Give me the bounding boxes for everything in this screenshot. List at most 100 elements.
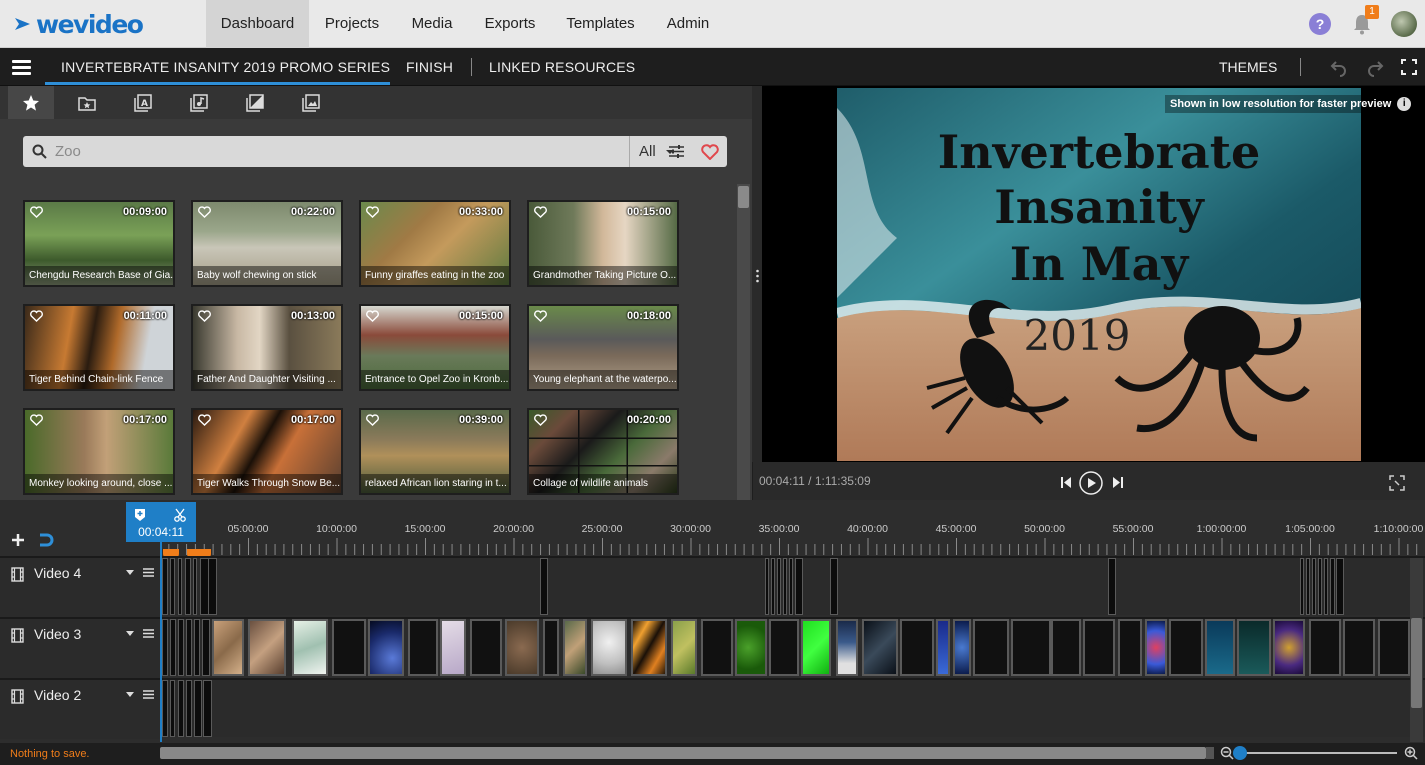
media-thumb[interactable]: 00:33:00 Funny giraffes eating in the zoo xyxy=(359,200,511,287)
timeline-clip[interactable] xyxy=(193,558,197,615)
expand-preview-icon[interactable] xyxy=(1388,474,1406,492)
category-favorites[interactable] xyxy=(8,86,54,119)
panel-resize-handle[interactable] xyxy=(752,86,762,500)
nav-tab-exports[interactable]: Exports xyxy=(469,0,551,48)
favorite-heart-icon[interactable] xyxy=(534,414,547,426)
timeline-clip[interactable] xyxy=(470,619,502,676)
timeline-clip[interactable] xyxy=(836,619,858,676)
timeline-clip[interactable] xyxy=(543,619,559,676)
tab-finish[interactable]: FINISH xyxy=(406,48,453,86)
timeline-clip[interactable] xyxy=(735,619,767,676)
media-thumb[interactable]: 00:18:00 Young elephant at the waterpo... xyxy=(527,304,679,391)
skip-forward-icon[interactable] xyxy=(1112,476,1124,489)
timeline-clip[interactable] xyxy=(953,619,971,676)
timeline-clip[interactable] xyxy=(186,680,192,737)
media-thumb[interactable]: 00:17:00 Tiger Walks Through Snow Be... xyxy=(191,408,343,495)
favorite-heart-icon[interactable] xyxy=(366,310,379,322)
timeline-clip[interactable] xyxy=(862,619,898,676)
tab-linked-resources[interactable]: LINKED RESOURCES xyxy=(489,48,635,86)
chevron-down-icon[interactable] xyxy=(126,570,134,575)
category-images[interactable] xyxy=(288,86,334,119)
timeline-clip[interactable] xyxy=(1273,619,1305,676)
undo-icon[interactable] xyxy=(1329,57,1349,77)
media-thumb[interactable]: 00:15:00 Grandmother Taking Picture O... xyxy=(527,200,679,287)
timeline-clip[interactable] xyxy=(801,619,831,676)
favorite-heart-icon[interactable] xyxy=(534,206,547,218)
timeline-clip[interactable] xyxy=(332,619,366,676)
timeline-clip[interactable] xyxy=(212,619,244,676)
track-name[interactable]: Video 2 xyxy=(34,687,81,703)
timeline-clip[interactable] xyxy=(830,558,838,615)
timeline-clip[interactable] xyxy=(1083,619,1115,676)
timeline-clip[interactable] xyxy=(194,619,200,676)
timeline-clip[interactable] xyxy=(440,619,466,676)
timeline-clip[interactable] xyxy=(1318,558,1322,615)
skip-back-icon[interactable] xyxy=(1060,476,1072,489)
timeline-clip[interactable] xyxy=(973,619,1009,676)
favorite-heart-icon[interactable] xyxy=(198,414,211,426)
favorite-heart-icon[interactable] xyxy=(534,310,547,322)
timeline-clip[interactable] xyxy=(795,558,803,615)
timeline-clip[interactable] xyxy=(1309,619,1341,676)
timeline-clip[interactable] xyxy=(203,680,212,737)
timeline-clip[interactable] xyxy=(162,558,168,615)
category-my-media[interactable] xyxy=(64,86,110,119)
track-name[interactable]: Video 4 xyxy=(34,565,81,581)
nav-tab-admin[interactable]: Admin xyxy=(650,0,726,48)
favorite-heart-icon[interactable] xyxy=(30,206,43,218)
info-icon[interactable]: i xyxy=(1397,97,1412,111)
timeline-clip[interactable] xyxy=(900,619,934,676)
timeline-clip[interactable] xyxy=(408,619,438,676)
favorite-heart-icon[interactable] xyxy=(198,310,211,322)
timeline-clip[interactable] xyxy=(777,558,781,615)
timeline-clip[interactable] xyxy=(769,619,799,676)
timeline-clip[interactable] xyxy=(170,680,175,737)
tab-project-title[interactable]: INVERTEBRATE INSANITY 2019 PROMO SERIES xyxy=(61,48,390,86)
redo-icon[interactable] xyxy=(1365,57,1385,77)
timeline-clip[interactable] xyxy=(771,558,775,615)
nav-tab-media[interactable]: Media xyxy=(395,0,469,48)
timeline-clip[interactable] xyxy=(591,619,627,676)
media-thumb[interactable]: 00:22:00 Baby wolf chewing on stick xyxy=(191,200,343,287)
timeline-clip[interactable] xyxy=(170,558,175,615)
favorite-heart-icon[interactable] xyxy=(30,310,43,322)
themes-button[interactable]: THEMES xyxy=(1219,48,1277,86)
zoom-slider-track[interactable] xyxy=(1240,752,1397,754)
track-name[interactable]: Video 3 xyxy=(34,626,81,642)
chevron-down-icon[interactable] xyxy=(126,692,134,697)
filter-sliders-icon[interactable] xyxy=(668,143,685,160)
zoom-out-icon[interactable] xyxy=(1220,746,1234,760)
track-menu-icon[interactable] xyxy=(143,629,154,638)
favorite-heart-icon[interactable] xyxy=(366,414,379,426)
search-input[interactable] xyxy=(55,136,615,167)
timeline-clip[interactable] xyxy=(1011,619,1051,676)
library-scrollbar[interactable] xyxy=(737,184,750,500)
media-thumb[interactable]: 00:09:00 Chengdu Research Base of Gia... xyxy=(23,200,175,287)
timeline-clip[interactable] xyxy=(162,619,168,676)
timeline-horizontal-scrollbar[interactable] xyxy=(160,747,1206,759)
timeline-clip[interactable] xyxy=(563,619,587,676)
timeline-clip[interactable] xyxy=(170,619,176,676)
preview-frame[interactable]: Invertebrate Insanity In May 2019 xyxy=(837,88,1361,461)
magnet-snap-icon[interactable] xyxy=(38,532,56,548)
fullscreen-icon[interactable] xyxy=(1399,57,1419,77)
scrollbar-thumb[interactable] xyxy=(738,186,749,208)
timeline-clip[interactable] xyxy=(208,558,217,615)
user-avatar[interactable] xyxy=(1391,11,1417,37)
timeline-clip[interactable] xyxy=(671,619,697,676)
track-menu-icon[interactable] xyxy=(143,568,154,577)
heart-icon[interactable] xyxy=(701,144,719,160)
timeline-clip[interactable] xyxy=(178,619,184,676)
category-audio[interactable] xyxy=(176,86,222,119)
media-thumb[interactable]: 00:17:00 Monkey looking around, close ... xyxy=(23,408,175,495)
add-track-icon[interactable] xyxy=(10,532,26,548)
timeline-clip[interactable] xyxy=(1336,558,1344,615)
timeline-clip[interactable] xyxy=(202,619,210,676)
timeline-clip[interactable] xyxy=(1051,619,1081,676)
timeline-clip[interactable] xyxy=(186,619,192,676)
timeline-clip[interactable] xyxy=(368,619,404,676)
category-text[interactable]: A xyxy=(120,86,166,119)
timeline-clip[interactable] xyxy=(701,619,733,676)
media-thumb[interactable]: 00:39:00 relaxed African lion staring in … xyxy=(359,408,511,495)
favorite-heart-icon[interactable] xyxy=(30,414,43,426)
